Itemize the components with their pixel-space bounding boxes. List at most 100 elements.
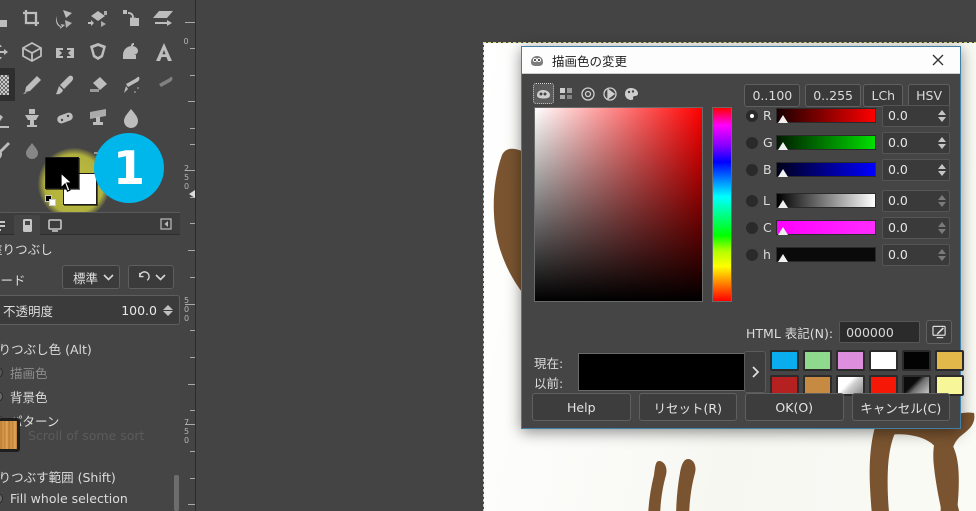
radio-icon[interactable] — [746, 194, 758, 207]
mode-dropdown[interactable]: 標準 — [62, 265, 120, 289]
stepper-icon[interactable] — [938, 109, 949, 122]
html-notation-row[interactable]: HTML 表記(N): 000000 — [746, 320, 952, 344]
pattern-selector[interactable]: Scroll of some sort — [0, 417, 172, 453]
stepper-icon[interactable] — [938, 221, 949, 234]
radio-icon[interactable] — [746, 136, 758, 149]
channel-slider-g[interactable] — [776, 135, 876, 150]
palette-swatch[interactable] — [902, 350, 931, 371]
color-preview-swatch[interactable] — [578, 353, 746, 391]
channel-spinner-g[interactable]: 0.0 — [882, 131, 950, 154]
flip-tool[interactable] — [48, 35, 81, 68]
radio-icon[interactable] — [746, 248, 758, 261]
gradient-tool[interactable] — [0, 68, 15, 101]
screen-picker-icon[interactable] — [926, 320, 952, 344]
channel-spinner-b[interactable]: 0.0 — [882, 158, 950, 181]
text-tool[interactable] — [147, 35, 180, 68]
crop-tool[interactable] — [15, 2, 48, 35]
channel-row-g[interactable]: G 0.0 — [746, 129, 950, 156]
dock-scrollbar[interactable] — [174, 475, 179, 511]
channel-slider-h[interactable] — [776, 247, 876, 262]
channel-row-l[interactable]: L 0.0 — [746, 187, 950, 214]
dock-tab-tool-options[interactable] — [0, 215, 12, 235]
align-tool[interactable] — [0, 2, 15, 35]
html-notation-input[interactable]: 000000 — [839, 321, 920, 343]
color-selector-mode-bar[interactable] — [533, 83, 641, 104]
bucket-fill-tool[interactable] — [114, 35, 147, 68]
saturation-value-square[interactable] — [534, 107, 703, 302]
channel-row-c[interactable]: C 0.0 — [746, 214, 950, 241]
dialog-title-bar[interactable]: 描画色の変更 — [522, 47, 960, 74]
cmyk-selector-icon[interactable] — [578, 84, 597, 103]
cage-transform-tool[interactable] — [81, 35, 114, 68]
channel-sliders[interactable]: R 0.0 G 0.0 B 0.0 L 0.0 C 0.0 h 0.0 — [746, 102, 950, 268]
dock-menu-arrow-icon[interactable] — [160, 218, 172, 230]
measure-tool[interactable] — [0, 134, 15, 167]
cancel-button[interactable]: キャンセル(C) — [851, 393, 950, 421]
reset-colors-icon[interactable] — [45, 195, 57, 207]
channel-row-b[interactable]: B 0.0 — [746, 156, 950, 183]
change-foreground-color-dialog[interactable]: 描画色の変更 0..100 0..255 LCh HSV R 0.0 G 0.0… — [521, 46, 964, 429]
revert-dropdown[interactable] — [128, 265, 174, 289]
blur-sharpen-tool[interactable] — [114, 101, 147, 134]
handle-transform-tool[interactable] — [114, 2, 147, 35]
channel-slider-c[interactable] — [776, 220, 876, 235]
channel-slider-r[interactable] — [776, 108, 876, 123]
palette-swatch[interactable] — [770, 350, 799, 371]
dock-tab-device-status[interactable] — [14, 215, 40, 235]
help-button[interactable]: Help — [532, 393, 631, 421]
perspective-clone-tool[interactable] — [81, 101, 114, 134]
ink-tool[interactable] — [147, 68, 180, 101]
close-icon[interactable] — [916, 47, 960, 74]
opacity-slider[interactable]: 不透明度 100.0 — [0, 295, 180, 325]
airbrush-tool[interactable] — [114, 68, 147, 101]
radio-icon[interactable] — [746, 109, 758, 122]
stepper-icon[interactable] — [938, 136, 949, 149]
fill-area-whole-selection[interactable]: Fill whole selection — [0, 491, 128, 506]
dock-tab-pointer[interactable] — [42, 215, 68, 235]
pencil-tool[interactable] — [15, 68, 48, 101]
tool-options-dock[interactable]: 塗りつぶし モード 標準 不透明度 100.0 塗りつぶし色 (Alt) 描画色 — [0, 212, 180, 511]
fill-option-foreground[interactable]: 描画色 — [0, 363, 48, 382]
rotate-tool[interactable] — [48, 2, 81, 35]
palette-swatch[interactable] — [869, 350, 898, 371]
unified-transform-tool[interactable] — [81, 2, 114, 35]
channel-spinner-r[interactable]: 0.0 — [882, 104, 950, 127]
toolbox[interactable]: 1 — [0, 0, 180, 220]
hue-strip[interactable] — [712, 107, 732, 302]
channel-row-h[interactable]: h 0.0 — [746, 241, 950, 268]
channel-slider-b[interactable] — [776, 162, 876, 177]
stepper-icon[interactable] — [938, 194, 949, 207]
radio-icon[interactable] — [746, 163, 758, 176]
chevron-right-icon[interactable] — [744, 351, 766, 393]
channel-slider-l[interactable] — [776, 193, 876, 208]
palette-swatch[interactable] — [836, 350, 865, 371]
stepper-icon[interactable] — [938, 163, 949, 176]
palette-swatch[interactable] — [935, 350, 964, 371]
move-tool[interactable] — [0, 35, 15, 68]
stepper-icon[interactable] — [938, 248, 949, 261]
dialog-action-buttons[interactable]: Help リセット(R) OK(O) キャンセル(C) — [532, 393, 950, 421]
shear-tool[interactable] — [147, 2, 180, 35]
heal-tool[interactable] — [48, 101, 81, 134]
gimp-selector-icon[interactable] — [533, 83, 554, 104]
channel-spinner-h[interactable]: 0.0 — [882, 243, 950, 266]
channel-row-r[interactable]: R 0.0 — [746, 102, 950, 129]
channel-spinner-c[interactable]: 0.0 — [882, 216, 950, 239]
paintbrush-tool[interactable] — [48, 68, 81, 101]
mypaint-brush-tool[interactable] — [0, 101, 15, 134]
ok-button[interactable]: OK(O) — [745, 393, 844, 421]
dock-tab-bar[interactable] — [0, 213, 180, 235]
perspective-tool[interactable] — [15, 35, 48, 68]
opacity-stepper[interactable] — [163, 304, 175, 316]
channel-spinner-l[interactable]: 0.0 — [882, 189, 950, 212]
clone-stamp-tool[interactable] — [15, 101, 48, 134]
fill-option-background[interactable]: 背景色 — [0, 387, 48, 406]
watercolor-selector-icon[interactable] — [556, 84, 575, 103]
vertical-ruler[interactable]: 0 250 500 750 — [180, 0, 196, 511]
reset-button[interactable]: リセット(R) — [638, 393, 737, 421]
palette-swatch[interactable] — [803, 350, 832, 371]
eraser-tool[interactable] — [81, 68, 114, 101]
palette-selector-icon[interactable] — [622, 84, 641, 103]
triangle-selector-icon[interactable] — [600, 84, 619, 103]
smudge-tool[interactable] — [15, 134, 48, 167]
